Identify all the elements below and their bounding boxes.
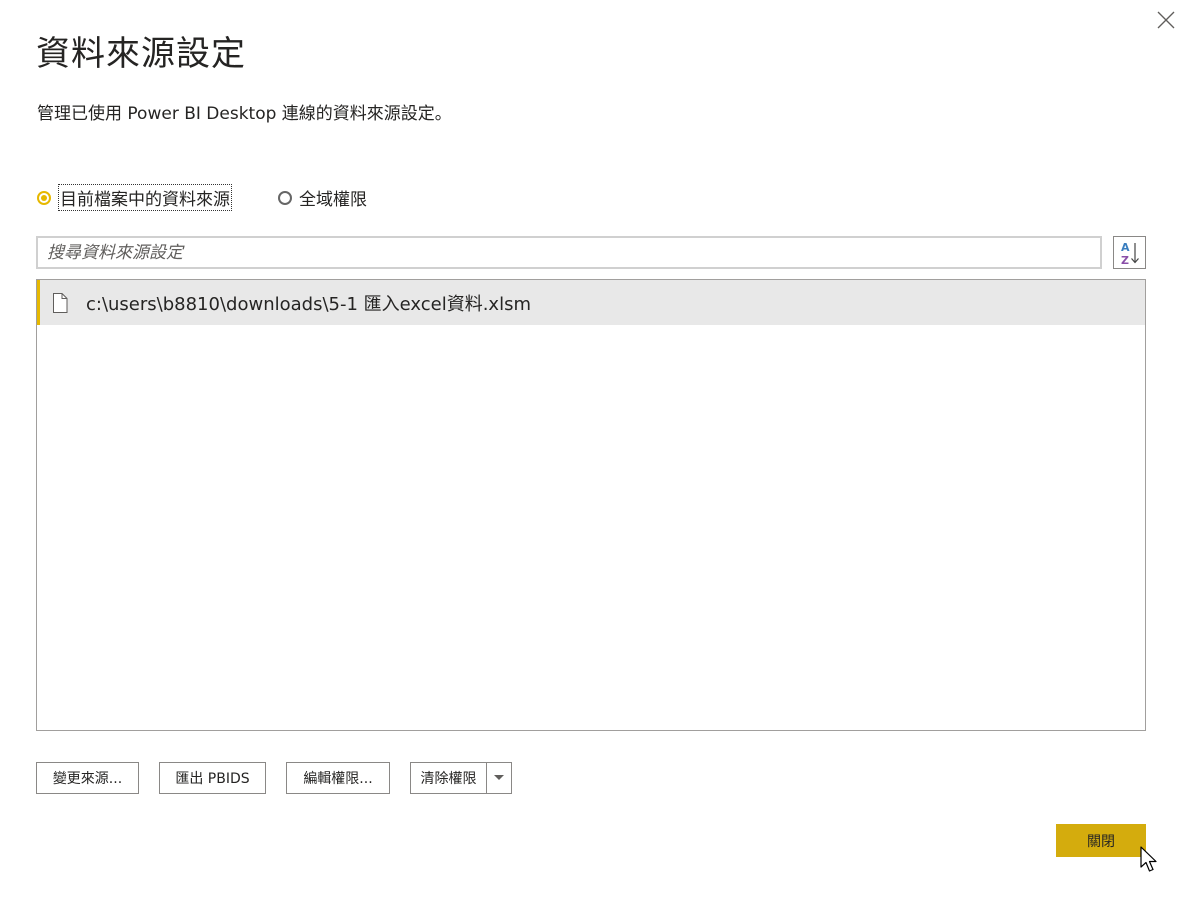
edit-permissions-button[interactable]: 編輯權限... bbox=[286, 762, 390, 794]
close-icon bbox=[1157, 11, 1175, 29]
close-button[interactable]: 關閉 bbox=[1056, 824, 1146, 857]
radio-checked-icon bbox=[37, 190, 51, 205]
clear-permissions-dropdown[interactable] bbox=[487, 763, 511, 793]
file-icon bbox=[53, 292, 68, 313]
search-input[interactable] bbox=[36, 236, 1102, 269]
scope-radio-group: 目前檔案中的資料來源 全域權限 bbox=[37, 184, 367, 211]
radio-current-file[interactable]: 目前檔案中的資料來源 bbox=[37, 184, 232, 211]
export-pbids-button[interactable]: 匯出 PBIDS bbox=[159, 762, 266, 794]
list-item[interactable]: c:\users\b8810\downloads\5-1 匯入excel資料.x… bbox=[37, 280, 1145, 325]
radio-current-file-label: 目前檔案中的資料來源 bbox=[58, 184, 232, 211]
dialog-subtitle: 管理已使用 Power BI Desktop 連線的資料來源設定。 bbox=[37, 104, 452, 124]
clear-permissions-button[interactable]: 清除權限 bbox=[411, 763, 487, 793]
radio-unchecked-icon bbox=[278, 190, 292, 205]
svg-text:Z: Z bbox=[1121, 254, 1129, 266]
radio-global-permissions-label: 全域權限 bbox=[299, 190, 367, 210]
data-source-list[interactable]: c:\users\b8810\downloads\5-1 匯入excel資料.x… bbox=[36, 279, 1146, 731]
chevron-down-icon bbox=[494, 775, 504, 780]
change-source-button[interactable]: 變更來源... bbox=[36, 762, 139, 794]
sort-az-icon: A Z bbox=[1121, 241, 1139, 266]
svg-text:A: A bbox=[1121, 241, 1130, 254]
dialog-title: 資料來源設定 bbox=[36, 34, 246, 74]
data-source-settings-dialog: 資料來源設定 管理已使用 Power BI Desktop 連線的資料來源設定。… bbox=[0, 0, 1187, 897]
close-dialog-button[interactable] bbox=[1152, 6, 1180, 34]
radio-global-permissions[interactable]: 全域權限 bbox=[278, 185, 367, 210]
list-item-label: c:\users\b8810\downloads\5-1 匯入excel資料.x… bbox=[86, 293, 531, 315]
action-bar: 變更來源... 匯出 PBIDS 編輯權限... 清除權限 bbox=[36, 762, 512, 794]
sort-button[interactable]: A Z bbox=[1113, 236, 1146, 269]
clear-permissions-split-button: 清除權限 bbox=[410, 762, 512, 794]
